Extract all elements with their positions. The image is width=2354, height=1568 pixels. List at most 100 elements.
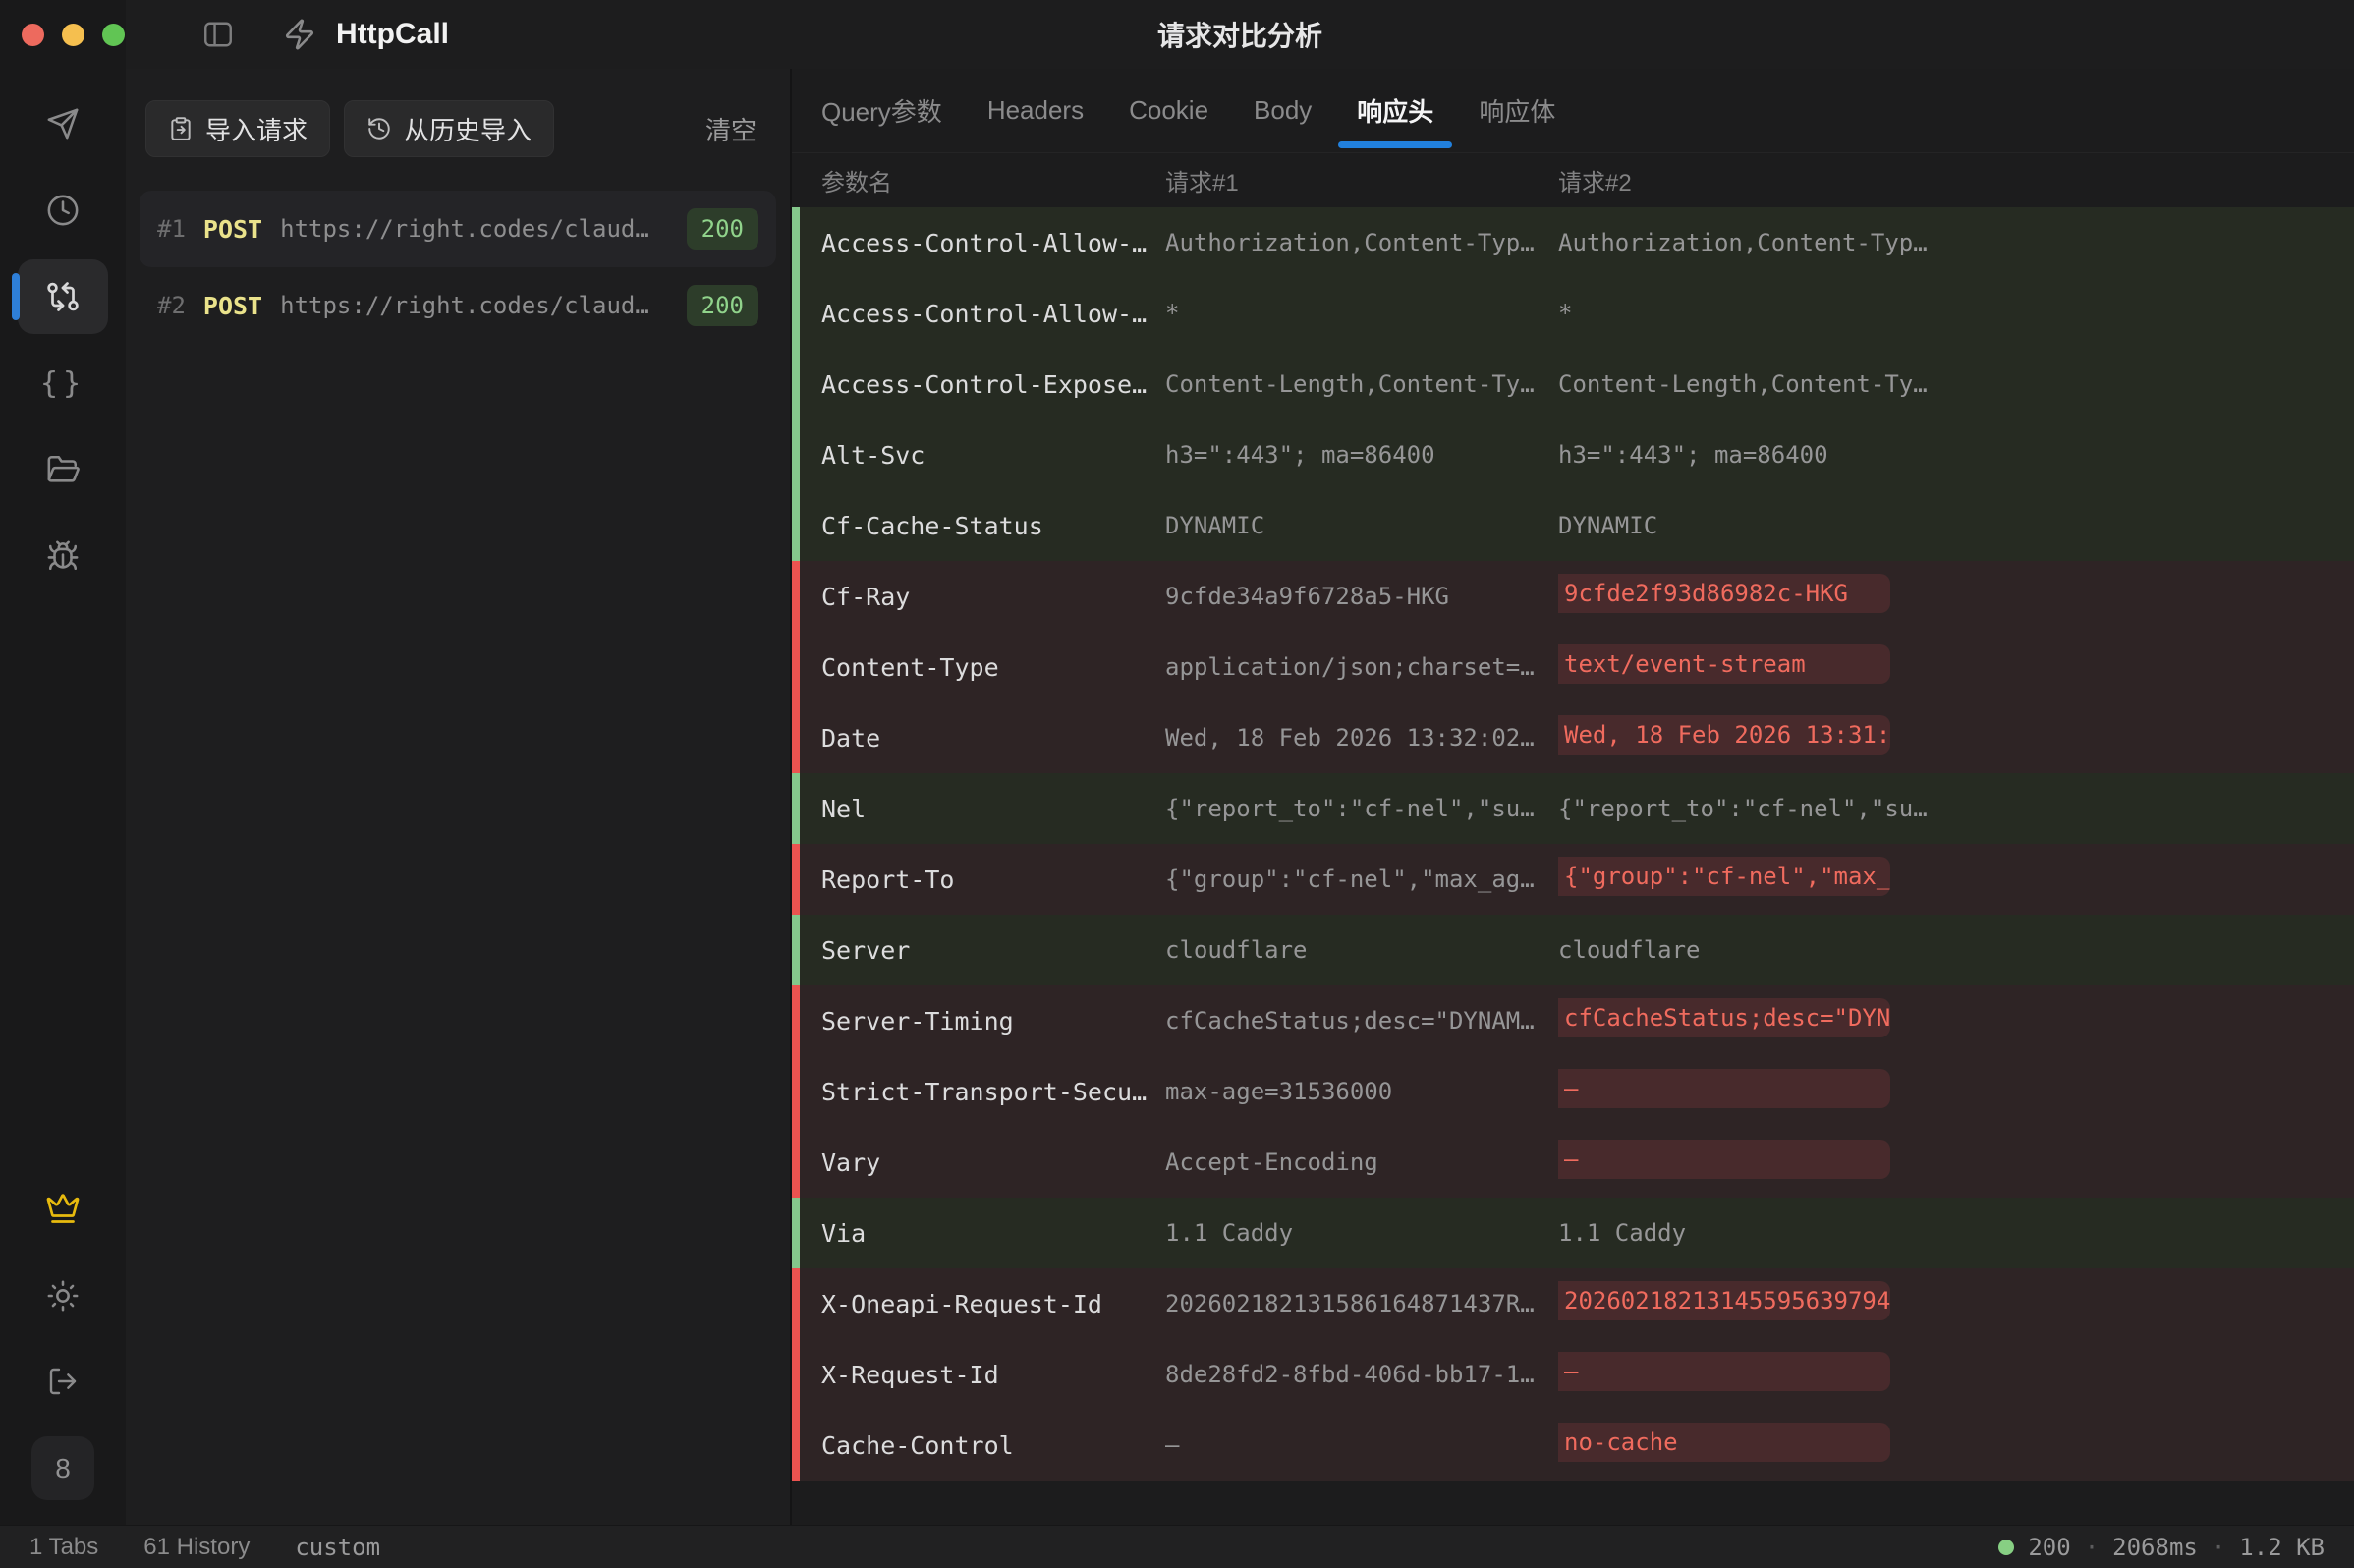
braces-icon: {}: [40, 366, 85, 401]
import-from-history-label: 从历史导入: [404, 111, 532, 147]
header-name: Access-Control-Expose…: [821, 370, 1165, 399]
sidebar-item-history[interactable]: [18, 167, 108, 253]
column-param-name: 参数名: [821, 163, 1165, 197]
header-name: Access-Control-Allow-…: [821, 229, 1165, 257]
tab-headers[interactable]: Headers: [987, 69, 1084, 153]
request1-value: cfCacheStatus;desc="DYNAM…: [1165, 1007, 1558, 1035]
request1-value: 202602182131586164871437R…: [1165, 1290, 1558, 1317]
table-row: Date Wed, 18 Feb 2026 13:32:02… Wed, 18 …: [792, 702, 2354, 773]
sidebar-item-debug[interactable]: [18, 513, 108, 599]
diff-highlight: 20260218213145595639794…: [1558, 1281, 1890, 1320]
request1-value: application/json;charset=…: [1165, 653, 1558, 681]
clipboard-import-icon: [168, 116, 194, 141]
environment-selector[interactable]: custom: [295, 1534, 380, 1561]
header-name: Access-Control-Allow-…: [821, 300, 1165, 328]
sidebar-nav: {}: [0, 81, 126, 599]
request2-value: Authorization,Content-Typ…: [1558, 229, 2354, 256]
tab-body[interactable]: Body: [1254, 69, 1312, 153]
tab-cookie[interactable]: Cookie: [1129, 69, 1208, 153]
sidebar-toggle-button[interactable]: [200, 17, 236, 52]
header-name: Date: [821, 724, 1165, 753]
request-url: https://right.codes/claud…: [280, 292, 669, 319]
diff-highlight: –: [1558, 1140, 1890, 1179]
import-from-history-button[interactable]: 从历史导入: [344, 100, 554, 157]
request2-value: *: [1558, 300, 2354, 327]
request1-value: Authorization,Content-Typ…: [1165, 229, 1558, 256]
column-request-2: 请求#2: [1558, 163, 2354, 197]
sidebar-item-logout[interactable]: [0, 1366, 126, 1397]
diff-highlight: 9cfde2f93d86982c-HKG: [1558, 574, 1890, 613]
request2-value: DYNAMIC: [1558, 512, 2354, 539]
sidebar-item-compare[interactable]: [18, 259, 108, 334]
header-name: Cf-Ray: [821, 583, 1165, 611]
header-name: X-Oneapi-Request-Id: [821, 1290, 1165, 1318]
request1-value: DYNAMIC: [1165, 512, 1558, 539]
request1-value: 1.1 Caddy: [1165, 1219, 1558, 1247]
sidebar-count-badge[interactable]: 8: [31, 1436, 94, 1500]
request2-value: no-cache: [1558, 1423, 2354, 1468]
table-row: X-Oneapi-Request-Id 20260218213158616487…: [792, 1268, 2354, 1339]
request-method: POST: [203, 292, 262, 320]
response-summary: 200 · 2068ms · 1.2 KB: [1998, 1534, 2325, 1561]
diff-highlight: Wed, 18 Feb 2026 13:31:…: [1558, 715, 1890, 755]
separator: ·: [2085, 1534, 2099, 1561]
tab-bar: Query参数 Headers Cookie Body 响应头 响应体: [792, 69, 2354, 153]
request-item-1[interactable]: #1 POST https://right.codes/claud… 200: [140, 191, 776, 267]
crown-icon: [45, 1191, 81, 1226]
lightning-icon: [283, 18, 316, 51]
table-row: Cf-Cache-Status DYNAMIC DYNAMIC: [792, 490, 2354, 561]
tab-response-body[interactable]: 响应体: [1479, 69, 1555, 153]
request-list: #1 POST https://right.codes/claud… 200 #…: [126, 191, 790, 344]
request-index: #1: [157, 215, 186, 243]
tab-response-headers[interactable]: 响应头: [1357, 69, 1433, 153]
table-row: X-Request-Id 8de28fd2-8fbd-406d-bb17-1… …: [792, 1339, 2354, 1410]
clear-button[interactable]: 清空: [705, 111, 757, 147]
diff-highlight: –: [1558, 1352, 1890, 1391]
request1-value: Accept-Encoding: [1165, 1148, 1558, 1176]
table-row: Access-Control-Expose… Content-Length,Co…: [792, 349, 2354, 420]
window-controls: [22, 24, 125, 46]
sidebar-item-theme[interactable]: [0, 1279, 126, 1313]
app-name: HttpCall: [336, 18, 449, 51]
bug-icon: [46, 539, 80, 573]
request1-value: cloudflare: [1165, 936, 1558, 964]
tab-query-params[interactable]: Query参数: [821, 69, 942, 153]
request-method: POST: [203, 215, 262, 244]
table-header: 参数名 请求#1 请求#2: [792, 153, 2354, 207]
header-name: X-Request-Id: [821, 1361, 1165, 1389]
import-request-button[interactable]: 导入请求: [145, 100, 330, 157]
request1-value: 8de28fd2-8fbd-406d-bb17-1…: [1165, 1361, 1558, 1388]
header-name: Nel: [821, 795, 1165, 823]
request2-value: 20260218213145595639794…: [1558, 1281, 2354, 1326]
sidebar-item-send[interactable]: [18, 81, 108, 167]
table-row: Cf-Ray 9cfde34a9f6728a5-HKG 9cfde2f93d86…: [792, 561, 2354, 632]
request-item-2[interactable]: #2 POST https://right.codes/claud… 200: [140, 267, 776, 344]
diff-highlight: cfCacheStatus;desc="DYN…: [1558, 998, 1890, 1037]
sidebar-item-variables[interactable]: {}: [18, 340, 108, 426]
sidebar: {} 8: [0, 0, 126, 1525]
close-window-button[interactable]: [22, 24, 44, 46]
request2-value: –: [1558, 1069, 2354, 1114]
sidebar-item-pro[interactable]: [0, 1191, 126, 1226]
request-index: #2: [157, 292, 186, 319]
table-row: Alt-Svc h3=":443"; ma=86400 h3=":443"; m…: [792, 420, 2354, 490]
maximize-window-button[interactable]: [102, 24, 125, 46]
status-dot-icon: [1998, 1540, 2014, 1555]
table-row: Server-Timing cfCacheStatus;desc="DYNAM……: [792, 985, 2354, 1056]
minimize-window-button[interactable]: [62, 24, 84, 46]
request1-value: Content-Length,Content-Ty…: [1165, 370, 1558, 398]
comparison-table: Access-Control-Allow-… Authorization,Con…: [792, 207, 2354, 1481]
compare-icon: [45, 279, 81, 314]
request2-value: –: [1558, 1352, 2354, 1397]
request2-value: 1.1 Caddy: [1558, 1219, 2354, 1247]
diff-highlight: no-cache: [1558, 1423, 1890, 1462]
request2-value: Content-Length,Content-Ty…: [1558, 370, 2354, 398]
panel-toggle-icon: [200, 17, 236, 52]
status-badge: 200: [687, 285, 758, 326]
request1-value: –: [1165, 1431, 1558, 1459]
folder-icon: [46, 453, 80, 486]
table-row: Vary Accept-Encoding –: [792, 1127, 2354, 1198]
sidebar-item-collections[interactable]: [18, 426, 108, 513]
request2-value: Wed, 18 Feb 2026 13:31:…: [1558, 715, 2354, 760]
header-name: Alt-Svc: [821, 441, 1165, 470]
